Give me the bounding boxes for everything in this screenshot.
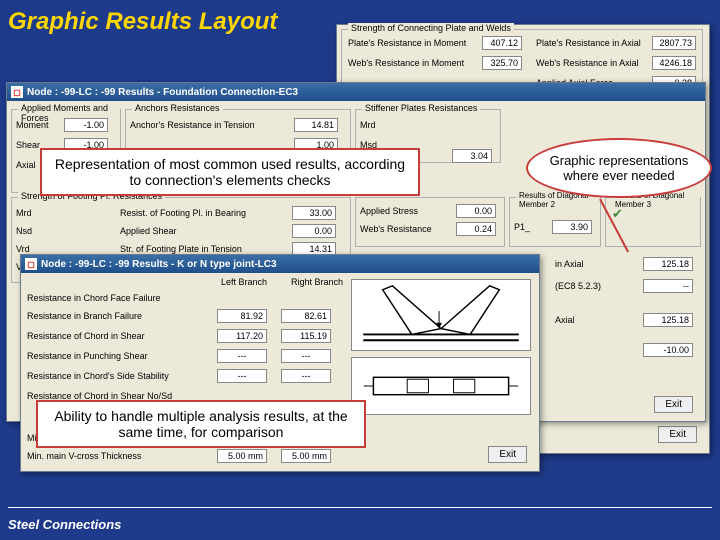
- check-icon: ✔: [612, 206, 623, 222]
- callout-representation: Representation of most common used resul…: [40, 148, 420, 196]
- label: Axial: [16, 160, 36, 170]
- callout-multi: Ability to handle multiple analysis resu…: [36, 400, 366, 448]
- callout-text: Ability to handle multiple analysis resu…: [54, 408, 347, 440]
- group-title-plate-welds: Strength of Connecting Plate and Welds: [348, 23, 514, 33]
- label: Resistance in Branch Failure: [27, 311, 142, 321]
- label: Plate's Resistance in Moment: [348, 38, 466, 48]
- app-icon: ▢: [11, 86, 23, 98]
- value: 407.12: [482, 36, 522, 50]
- label: Resist. of Footing Pl. in Bearing: [120, 208, 246, 218]
- value: 325.70: [482, 56, 522, 70]
- value: -10.00: [643, 343, 693, 357]
- slide-title: Graphic Results Layout: [8, 8, 277, 36]
- label: Web's Resistance in Moment: [348, 58, 464, 68]
- exit-button[interactable]: Exit: [488, 446, 527, 463]
- label: Applied Shear: [120, 226, 177, 236]
- value: 4246.18: [652, 56, 696, 70]
- callout-graphic: Graphic representations where ever neede…: [526, 138, 712, 198]
- callout-text: Graphic representations where ever neede…: [538, 153, 700, 183]
- label: Shear: [16, 140, 40, 150]
- label: Min. main V-cross Thickness: [27, 451, 141, 461]
- diagram-k-brace: [351, 279, 531, 351]
- label: Axial: [555, 315, 575, 325]
- value: 5.00 mm: [281, 449, 331, 463]
- label: Mrd: [16, 208, 32, 218]
- label: Nsd: [16, 226, 32, 236]
- label: (EC8 5.2.3): [555, 281, 601, 291]
- value: 125.18: [643, 313, 693, 327]
- value: 125.18: [643, 257, 693, 271]
- value: ---: [281, 369, 331, 383]
- group-title: Stiffener Plates Resistances: [362, 103, 480, 113]
- value: -1.00: [64, 118, 108, 132]
- value: 14.81: [294, 118, 338, 132]
- label: Resistance of Chord in Shear: [27, 331, 145, 341]
- label: Anchor's Resistance in Tension: [130, 120, 255, 130]
- value: 81.92: [217, 309, 267, 323]
- label: Moment: [16, 120, 49, 130]
- titlebar-kn-joint[interactable]: ▢ Node : -99-LC : -99 Results - K or N t…: [21, 255, 539, 273]
- label: Str. of Footing Plate in Tension: [120, 244, 242, 254]
- value: 117.20: [217, 329, 267, 343]
- value: 0.00: [292, 224, 336, 238]
- value: 5.00 mm: [217, 449, 267, 463]
- value: 33.00: [292, 206, 336, 220]
- label: Plate's Resistance in Axial: [536, 38, 641, 48]
- titlebar-text: Node : -99-LC : -99 Results - Foundation…: [27, 87, 298, 98]
- value: ---: [217, 369, 267, 383]
- value: 2807.73: [652, 36, 696, 50]
- value: 0.24: [456, 222, 496, 236]
- value: --: [643, 279, 693, 293]
- label: Applied Stress: [360, 206, 418, 216]
- label: Resistance in Punching Shear: [27, 351, 148, 361]
- label: P1_: [514, 222, 530, 232]
- exit-button[interactable]: Exit: [658, 426, 697, 443]
- value: 3.90: [552, 220, 592, 234]
- group-title: Anchors Resistances: [132, 103, 223, 113]
- app-icon: ▢: [25, 258, 37, 270]
- footer-text: Steel Connections: [8, 517, 121, 532]
- label: Web's Resistance in Axial: [536, 58, 639, 68]
- value: 115.19: [281, 329, 331, 343]
- label: Resistance in Chord's Side Stability: [27, 371, 169, 381]
- label: Vrd: [16, 244, 30, 254]
- label: Resistance in Chord Face Failure: [27, 293, 161, 303]
- value: ---: [281, 349, 331, 363]
- diagram-chord: [351, 357, 531, 415]
- titlebar-text: Node : -99-LC : -99 Results - K or N typ…: [41, 259, 277, 270]
- column-header: Right Branch: [291, 277, 343, 287]
- callout-text: Representation of most common used resul…: [55, 156, 405, 188]
- value: 0.00: [456, 204, 496, 218]
- titlebar-foundation[interactable]: ▢ Node : -99-LC : -99 Results - Foundati…: [7, 83, 705, 101]
- exit-button[interactable]: Exit: [654, 396, 693, 413]
- value: 3.04: [452, 149, 492, 163]
- value: ---: [217, 349, 267, 363]
- label: in Axial: [555, 259, 584, 269]
- label: Web's Resistance: [360, 224, 432, 234]
- column-header: Left Branch: [221, 277, 267, 287]
- value: 82.61: [281, 309, 331, 323]
- label: Mrd: [360, 120, 376, 130]
- footer-divider: [8, 507, 712, 508]
